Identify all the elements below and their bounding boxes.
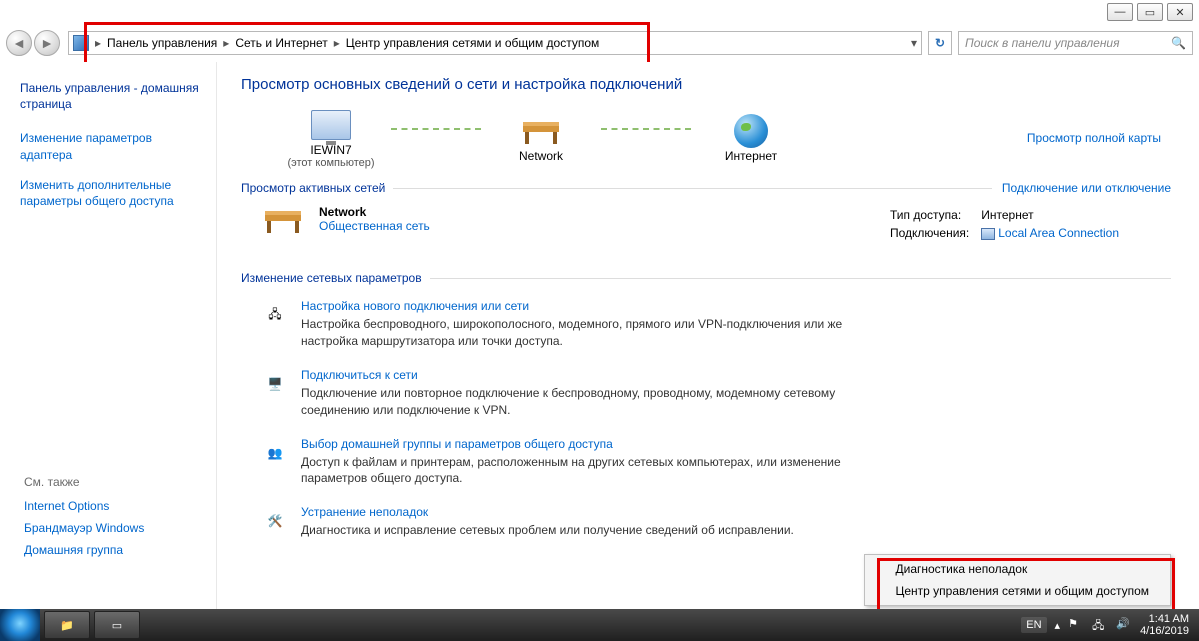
taskbar: 📁 ▭ EN ▴ ⚑ 🖧 🔊 1:41 AM 4/16/2019: [0, 609, 1199, 641]
see-also-internet-options[interactable]: Internet Options: [24, 499, 144, 513]
search-icon[interactable]: 🔍: [1171, 36, 1186, 50]
map-node-network[interactable]: Network: [481, 113, 601, 163]
maximize-button[interactable]: ▭: [1137, 3, 1163, 21]
full-map-link[interactable]: Просмотр полной карты: [1027, 131, 1161, 145]
setting-title-link[interactable]: Выбор домашней группы и параметров общег…: [301, 437, 861, 451]
search-input[interactable]: Поиск в панели управления 🔍: [958, 31, 1193, 55]
sidebar-task-sharing[interactable]: Изменить дополнительные параметры общего…: [20, 177, 206, 209]
setting-desc: Настройка беспроводного, широкополосного…: [301, 316, 861, 350]
setting-title-link[interactable]: Подключиться к сети: [301, 368, 861, 382]
address-bar[interactable]: ▸ Панель управления ▸ Сеть и Интернет ▸ …: [68, 31, 922, 55]
map-node-internet[interactable]: Интернет: [691, 113, 811, 163]
start-button[interactable]: [0, 609, 40, 641]
setting-homegroup: 👥 Выбор домашней группы и параметров общ…: [241, 433, 1171, 502]
setting-desc: Подключение или повторное подключение к …: [301, 385, 861, 419]
search-placeholder: Поиск в панели управления: [965, 36, 1120, 50]
see-also-homegroup[interactable]: Домашняя группа: [24, 543, 144, 557]
language-indicator[interactable]: EN: [1021, 617, 1046, 633]
setting-troubleshoot: 🛠️ Устранение неполадок Диагностика и ис…: [241, 501, 1171, 553]
see-also-firewall[interactable]: Брандмауэр Windows: [24, 521, 144, 535]
setting-connect-network: 🖥️ Подключиться к сети Подключение или п…: [241, 364, 1171, 433]
network-info: Network Общественная сеть: [319, 205, 430, 243]
chevron-right-icon: ▸: [221, 36, 231, 50]
tray-context-menu: Диагностика неполадок Центр управления с…: [864, 554, 1172, 606]
content: Просмотр основных сведений о сети и наст…: [216, 62, 1195, 609]
troubleshoot-icon: 🛠️: [259, 505, 291, 537]
close-button[interactable]: ✕: [1167, 3, 1193, 21]
volume-icon[interactable]: 🔊: [1116, 617, 1132, 633]
adapter-icon: [981, 228, 995, 240]
dropdown-icon[interactable]: ▾: [911, 36, 917, 50]
setting-desc: Диагностика и исправление сетевых пробле…: [301, 522, 794, 539]
back-button[interactable]: ◄: [6, 30, 32, 56]
see-also: См. также Internet Options Брандмауэр Wi…: [24, 475, 144, 565]
task-window[interactable]: ▭: [94, 611, 140, 639]
connection-link[interactable]: Local Area Connection: [998, 226, 1119, 240]
page-title: Просмотр основных сведений о сети и наст…: [241, 76, 1171, 93]
network-map: IEWIN7 (этот компьютер) Network Интернет…: [271, 107, 1171, 169]
bench-icon: [519, 113, 563, 149]
network-type-link[interactable]: Общественная сеть: [319, 219, 430, 233]
tray-chevron-icon[interactable]: ▴: [1055, 619, 1061, 632]
setting-new-connection: 🖧 Настройка нового подключения или сети …: [241, 295, 1171, 364]
active-network: Network Общественная сеть Тип доступа:Ин…: [241, 199, 1171, 253]
connect-disconnect-link[interactable]: Подключение или отключение: [1002, 181, 1171, 195]
refresh-button[interactable]: ↻: [928, 31, 952, 55]
globe-icon: [734, 114, 768, 148]
new-connection-icon: 🖧: [259, 299, 291, 331]
breadcrumb-root[interactable]: Панель управления: [103, 36, 221, 50]
chevron-right-icon: ▸: [93, 36, 103, 50]
bench-icon: [261, 205, 305, 235]
navbar: ◄ ► ▸ Панель управления ▸ Сеть и Интерне…: [6, 28, 1193, 58]
active-networks-header: Просмотр активных сетей Подключение или …: [241, 181, 1171, 195]
see-also-header: См. также: [24, 475, 144, 489]
minimize-button[interactable]: —: [1107, 3, 1133, 21]
ctx-network-center[interactable]: Центр управления сетями и общим доступом: [868, 580, 1168, 602]
control-panel-home-link[interactable]: Панель управления - домашняя страница: [20, 80, 206, 112]
network-details: Тип доступа:Интернет Подключения:Local A…: [888, 205, 1131, 243]
network-name: Network: [319, 205, 430, 219]
sidebar-task-adapter[interactable]: Изменение параметров адаптера: [20, 130, 206, 162]
setting-title-link[interactable]: Настройка нового подключения или сети: [301, 299, 861, 313]
setting-title-link[interactable]: Устранение неполадок: [301, 505, 794, 519]
ctx-troubleshoot[interactable]: Диагностика неполадок: [868, 558, 1168, 580]
window-controls: — ▭ ✕: [1107, 3, 1193, 21]
homegroup-icon: 👥: [259, 437, 291, 469]
setting-desc: Доступ к файлам и принтерам, расположенн…: [301, 454, 861, 488]
window: — ▭ ✕ ◄ ► ▸ Панель управления ▸ Сеть и И…: [0, 0, 1199, 641]
action-center-icon[interactable]: ⚑: [1068, 617, 1084, 633]
control-panel-icon: [73, 35, 89, 51]
map-connector: [601, 128, 691, 130]
sidebar: Панель управления - домашняя страница Из…: [4, 62, 216, 609]
breadcrumb-leaf[interactable]: Центр управления сетями и общим доступом: [342, 36, 604, 50]
breadcrumb-mid[interactable]: Сеть и Интернет: [231, 36, 331, 50]
map-node-this-pc[interactable]: IEWIN7 (этот компьютер): [271, 107, 391, 169]
computer-icon: [311, 110, 351, 140]
chevron-right-icon: ▸: [332, 36, 342, 50]
task-explorer[interactable]: 📁: [44, 611, 90, 639]
forward-button[interactable]: ►: [34, 30, 60, 56]
system-tray: EN ▴ ⚑ 🖧 🔊 1:41 AM 4/16/2019: [1021, 613, 1199, 637]
network-tray-icon[interactable]: 🖧: [1092, 617, 1108, 633]
connect-icon: 🖥️: [259, 368, 291, 400]
body: Панель управления - домашняя страница Из…: [4, 62, 1195, 609]
map-connector: [391, 128, 481, 130]
tray-clock[interactable]: 1:41 AM 4/16/2019: [1140, 613, 1189, 637]
change-settings-header: Изменение сетевых параметров: [241, 271, 1171, 285]
